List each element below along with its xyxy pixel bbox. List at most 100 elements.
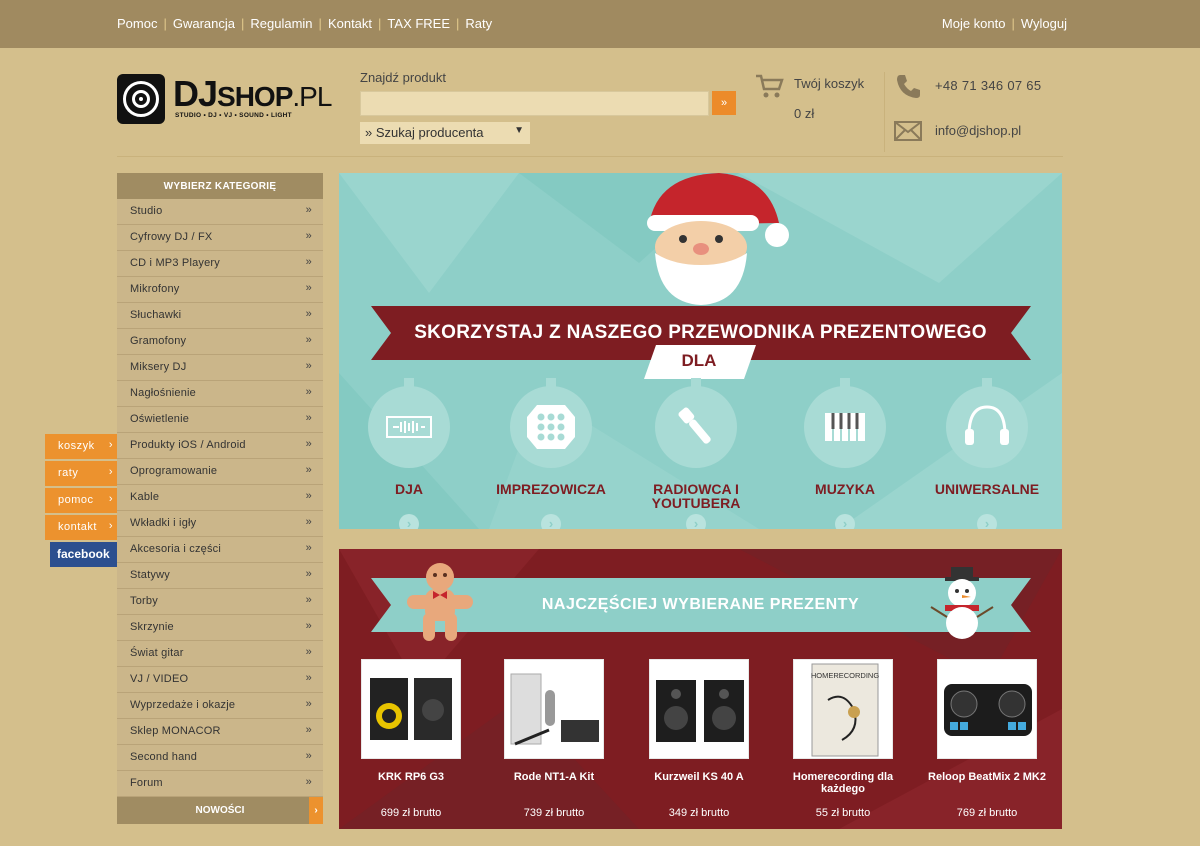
category-item[interactable]: Sklep MONACOR » (117, 719, 323, 745)
nav-link-gwarancja[interactable]: Gwarancja (173, 16, 235, 31)
category-label: Wkładki i igły (130, 517, 197, 529)
top-bar: Pomoc | Gwarancja | Regulamin | Kontakt | TA… (0, 0, 1200, 48)
chevron-right-icon: » (305, 672, 312, 684)
category-label: Kable (130, 491, 160, 503)
product-image[interactable] (649, 659, 749, 759)
arrow-right-icon[interactable]: › (686, 514, 706, 529)
product-image[interactable]: HOMERECORDING (793, 659, 893, 759)
side-tab-raty[interactable]: raty › (45, 461, 117, 486)
email-link[interactable]: info@djshop.pl (935, 123, 1021, 138)
product-name[interactable]: Rode NT1-A Kit (484, 771, 624, 783)
chevron-right-icon: » (305, 516, 312, 528)
category-item[interactable]: Mikrofony » (117, 277, 323, 303)
category-item[interactable]: Torby » (117, 589, 323, 615)
category-label: Nagłośnienie (130, 387, 196, 399)
category-item[interactable]: Gramofony » (117, 329, 323, 355)
new-products-arrow: › (309, 797, 323, 824)
chevron-right-icon: » (305, 438, 312, 450)
search-label: Znajdź produkt (360, 70, 446, 85)
gingerbread-icon (407, 563, 473, 641)
phone-icon (897, 75, 920, 98)
nav-link-kontakt[interactable]: Kontakt (328, 16, 372, 31)
product-price: 349 zł brutto (668, 807, 730, 819)
gift-group-label: RADIOWCA I YOUTUBERA (651, 481, 741, 511)
product-name[interactable]: KRK RP6 G3 (341, 771, 481, 783)
category-item[interactable]: Akcesoria i części » (117, 537, 323, 563)
chevron-right-icon: » (305, 230, 312, 242)
ornament-circle (368, 386, 450, 468)
product-image[interactable] (361, 659, 461, 759)
nav-link-raty[interactable]: Raty (465, 16, 492, 31)
category-item[interactable]: Wyprzedaże i okazje » (117, 693, 323, 719)
side-tab-kontakt[interactable]: kontakt › (45, 515, 117, 540)
my-account-link[interactable]: Moje konto (942, 16, 1006, 31)
product-image[interactable] (504, 659, 604, 759)
category-item[interactable]: CD i MP3 Playery » (117, 251, 323, 277)
arrow-right-icon[interactable]: › (835, 514, 855, 529)
chevron-right-icon: » (305, 594, 312, 606)
header-divider (884, 72, 885, 152)
category-label: Cyfrowy DJ / FX (130, 231, 213, 243)
category-label: Mikrofony (130, 283, 180, 295)
logout-link[interactable]: Wyloguj (1021, 16, 1067, 31)
nav-link-regulamin[interactable]: Regulamin (250, 16, 312, 31)
search-button[interactable]: » (712, 91, 736, 115)
category-item[interactable]: Cyfrowy DJ / FX » (117, 225, 323, 251)
microphone-icon (678, 407, 711, 444)
chevron-right-icon: » (305, 308, 312, 320)
category-item[interactable]: Forum » (117, 771, 323, 797)
chevron-right-icon: » (305, 282, 312, 294)
category-item[interactable]: Kable » (117, 485, 323, 511)
arrow-right-icon[interactable]: › (399, 514, 419, 529)
chevron-right-icon: » (305, 412, 312, 424)
producer-select[interactable]: » Szukaj producenta ▼ (360, 122, 530, 144)
category-item[interactable]: Miksery DJ » (117, 355, 323, 381)
category-item[interactable]: Oprogramowanie » (117, 459, 323, 485)
nav-link-tax-free[interactable]: TAX FREE (387, 16, 450, 31)
product-name[interactable]: Homerecording dla każdego (773, 771, 913, 795)
chevron-right-icon: » (305, 204, 312, 216)
side-tab-koszyk[interactable]: koszyk › (45, 434, 117, 459)
search-input[interactable] (360, 91, 709, 116)
top-nav: Pomoc | Gwarancja | Regulamin | Kontakt | TA… (117, 16, 493, 31)
gift-group-label: MUZYKA (815, 481, 875, 497)
turntable-icon (386, 416, 432, 438)
new-products-button[interactable]: NOWOŚCI › (117, 797, 323, 824)
mail-icon (894, 121, 922, 141)
category-item[interactable]: Second hand » (117, 745, 323, 771)
banner-subtitle: DLA (681, 351, 717, 370)
category-item[interactable]: Nagłośnienie » (117, 381, 323, 407)
chevron-right-icon: » (305, 646, 312, 658)
site-logo[interactable]: DJSHOP.PL STUDIO • DJ • VJ • SOUND • LIG… (117, 74, 332, 126)
category-item[interactable]: Skrzynie » (117, 615, 323, 641)
facebook-tab[interactable]: facebook (50, 542, 117, 567)
gift-guide-banner[interactable]: SKORZYSTAJ Z NASZEGO PRZEWODNIKA PREZENT… (339, 173, 1062, 529)
product-name[interactable]: Kurzweil KS 40 A (629, 771, 769, 783)
category-item[interactable]: Statywy » (117, 563, 323, 589)
cart-icon[interactable] (755, 73, 785, 99)
arrow-right-icon[interactable]: › (977, 514, 997, 529)
cart-label[interactable]: Twój koszyk (794, 76, 864, 91)
category-label: Wyprzedaże i okazje (130, 699, 236, 711)
product-name[interactable]: Reloop BeatMix 2 MK2 (917, 771, 1057, 783)
chevron-right-icon: » (305, 386, 312, 398)
side-tab-pomoc[interactable]: pomoc › (45, 488, 117, 513)
chevron-right-icon: » (305, 464, 312, 476)
category-item[interactable]: Oświetlenie » (117, 407, 323, 433)
category-item[interactable]: Produkty iOS / Android » (117, 433, 323, 459)
category-item[interactable]: Słuchawki » (117, 303, 323, 329)
product-image[interactable] (937, 659, 1037, 759)
gift-group-label: IMPREZOWICZA (496, 481, 606, 497)
category-label: Torby (130, 595, 158, 607)
category-item[interactable]: Studio » (117, 199, 323, 225)
phone-number: +48 71 346 07 65 (935, 78, 1042, 93)
arrow-right-icon[interactable]: › (541, 514, 561, 529)
category-item[interactable]: VJ / VIDEO » (117, 667, 323, 693)
category-label: Studio (130, 205, 163, 217)
category-item[interactable]: Wkładki i igły » (117, 511, 323, 537)
chevron-right-icon: » (305, 568, 312, 580)
nav-link-pomoc[interactable]: Pomoc (117, 16, 157, 31)
chevron-right-icon: » (305, 542, 312, 554)
category-item[interactable]: Świat gitar » (117, 641, 323, 667)
product-price: 769 zł brutto (956, 807, 1018, 819)
